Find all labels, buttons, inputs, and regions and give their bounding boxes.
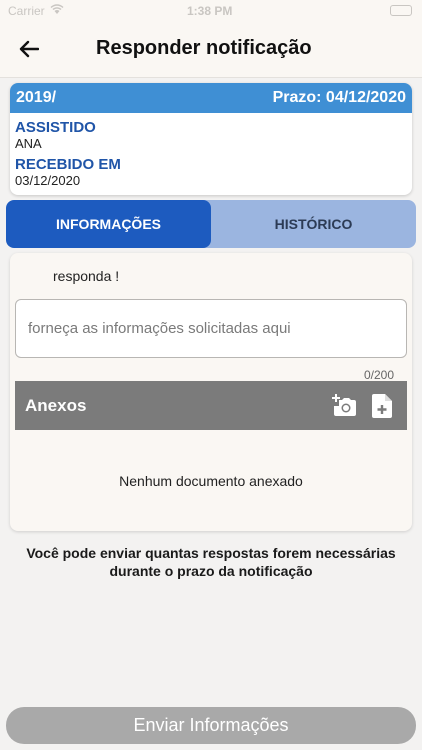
tab-informacoes[interactable]: INFORMAÇÕES [6,200,211,248]
battery-icon [390,5,412,16]
attachments-bar: Anexos [15,381,407,430]
wifi-icon [50,3,64,18]
add-photo-icon [332,394,356,416]
received-value: 03/12/2020 [15,173,81,188]
assisted-label: ASSISTIDO [15,119,96,136]
notification-deadline: Prazo: 04/12/2020 [272,89,406,106]
char-counter: 0/200 [363,368,394,382]
add-file-icon [372,394,392,418]
back-button[interactable] [14,34,44,64]
status-bar: Carrier 1:38 PM [0,0,422,22]
submit-button[interactable]: Enviar Informações [6,707,416,744]
add-photo-button[interactable] [331,393,357,419]
notification-body: ASSISTIDO ANA RECEBIDO EM 03/12/2020 [10,113,412,195]
page-title: Responder notificação [96,37,312,59]
attachments-title: Anexos [25,396,87,415]
app-header: Responder notificação [0,22,422,78]
response-form: responda ! 0/200 Anexos Nenhum documento… [10,253,412,531]
received-label: RECEBIDO EM [15,156,121,173]
notification-header: 2019/ Prazo: 04/12/2020 [10,83,412,113]
empty-attachments-message: Nenhum documento anexado [119,473,303,489]
tab-historico[interactable]: HISTÓRICO [211,200,416,248]
clock: 1:38 PM [187,4,233,18]
notification-number: 2019/ [16,89,57,106]
answer-input[interactable] [15,299,407,358]
assisted-value: ANA [15,136,42,151]
carrier-label: Carrier [8,4,45,18]
add-file-button[interactable] [369,393,395,419]
info-note: Você pode enviar quantas respostas forem… [26,545,396,579]
tab-bar: INFORMAÇÕES HISTÓRICO [6,200,416,248]
notification-card: 2019/ Prazo: 04/12/2020 ASSISTIDO ANA RE… [10,83,412,195]
arrow-left-icon [19,40,39,58]
question-text: responda ! [53,268,120,284]
